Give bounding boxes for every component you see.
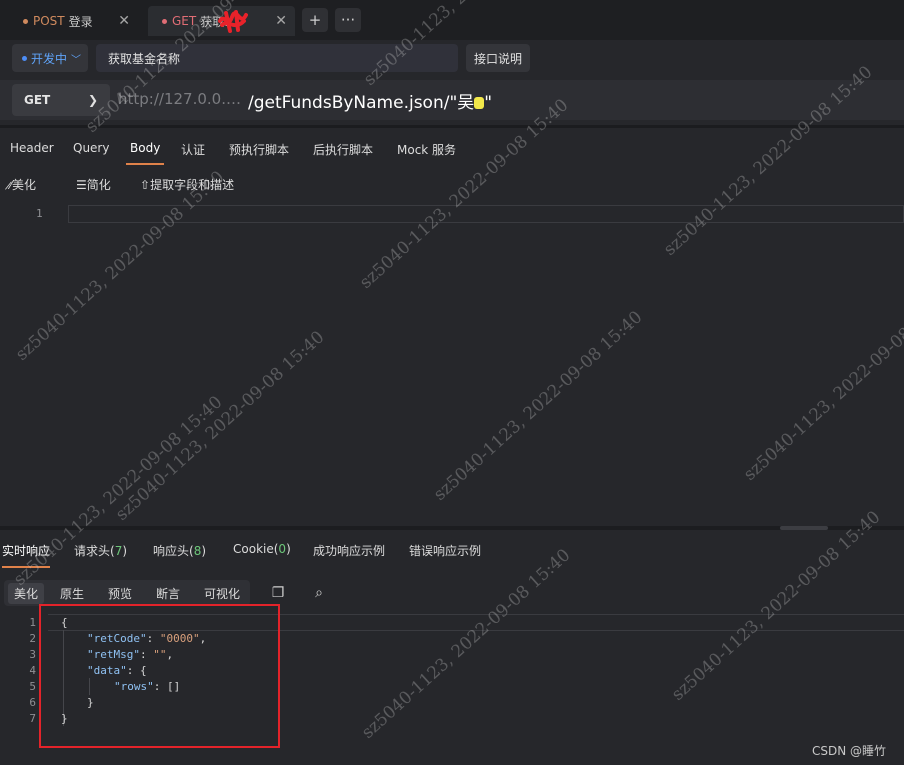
tab-error-example[interactable]: 错误响应示例 (409, 542, 481, 559)
tab-title: 登录 (68, 14, 93, 29)
count-badge: 0 (278, 542, 287, 556)
copy-icon[interactable]: ❐ (269, 584, 287, 602)
redaction-highlight (474, 97, 485, 109)
environment-select[interactable]: 开发中 ﹀ (12, 44, 88, 72)
tab-auth[interactable]: 认证 (181, 141, 205, 158)
view-raw[interactable]: 原生 (60, 585, 84, 602)
splitter-handle[interactable] (780, 526, 828, 530)
line-number: 3 (29, 648, 36, 661)
close-icon[interactable]: ✕ (118, 13, 130, 29)
paren: ) (201, 544, 207, 558)
view-mode-group: 美化 原生 预览 断言 可视化 (4, 580, 250, 606)
tab-post-login[interactable]: POST 登录 ✕ (16, 6, 138, 36)
simplify-label: 简化 (86, 178, 111, 192)
paren: ) (286, 542, 291, 556)
method-select[interactable]: GET ❯ (12, 84, 110, 116)
divider (0, 125, 904, 128)
env-dot (22, 55, 27, 61)
tab-post-script[interactable]: 后执行脚本 (313, 141, 373, 158)
tab-label: 请求头( (74, 544, 115, 558)
line-number: 6 (29, 696, 36, 709)
env-label: 开发中 (31, 51, 68, 66)
view-assert[interactable]: 断言 (156, 585, 180, 602)
response-tabs: 实时响应 请求头(7) 响应头(8) Cookie(0) 成功响应示例 错误响应… (0, 532, 904, 568)
extract-fields-button[interactable]: ⇧提取字段和描述 (140, 176, 234, 193)
api-doc-button[interactable]: 接口说明 (466, 44, 530, 72)
url-host[interactable]: http://127.0.0.… (118, 90, 241, 108)
tab-status-dot (162, 18, 167, 24)
request-name-input[interactable]: 获取基金名称 (96, 44, 458, 72)
beautify-button[interactable]: ⁄̷美化 (10, 176, 36, 193)
credit-text: CSDN @睡竹 (811, 744, 886, 758)
tab-pre-script[interactable]: 预执行脚本 (229, 141, 289, 158)
line-number: 2 (29, 632, 36, 645)
chevron-down-icon: ﹀ (71, 54, 82, 66)
search-icon[interactable]: ⌕ (310, 584, 328, 602)
upload-icon: ⇧ (140, 178, 151, 192)
editor-active-line (68, 205, 904, 223)
beautify-label: 美化 (12, 178, 37, 192)
simplify-button[interactable]: ☰简化 (76, 176, 111, 193)
close-icon[interactable]: ✕ (275, 13, 287, 29)
annotation-highlight-box (39, 604, 280, 748)
add-tab-button[interactable]: + (302, 8, 328, 32)
tab-realtime-response[interactable]: 实时响应 (2, 542, 51, 568)
tab-request-headers[interactable]: 请求头(7) (74, 542, 127, 559)
tab-label: Cookie( (233, 542, 279, 556)
tab-status-dot (23, 18, 28, 24)
method-label: GET (24, 93, 51, 107)
view-beautify[interactable]: 美化 (8, 583, 45, 604)
tab-query[interactable]: Query (73, 141, 109, 155)
tab-bar: POST 登录 ✕ GET 获取… ✕ + ··· (0, 0, 904, 40)
tab-mock[interactable]: Mock 服务 (397, 141, 456, 158)
url-path-end: " (484, 93, 493, 113)
more-tabs-button[interactable]: ··· (335, 8, 361, 32)
url-path[interactable]: /getFundsByName.json/"吴 " (248, 88, 492, 113)
extract-label: 提取字段和描述 (150, 178, 235, 192)
paren: ) (122, 544, 128, 558)
url-bar: GET ❯ http://127.0.0.… /getFundsByName.j… (0, 80, 904, 120)
line-number: 4 (29, 664, 36, 677)
tab-method: POST (33, 14, 65, 28)
line-number: 7 (29, 712, 36, 725)
tab-header[interactable]: Header (10, 141, 54, 155)
view-visualize[interactable]: 可视化 (204, 585, 240, 602)
tab-label: 响应头( (153, 544, 194, 558)
tab-method: GET (172, 14, 197, 28)
chevron-down-icon: ❯ (87, 93, 98, 107)
pane-splitter[interactable] (0, 526, 904, 530)
list-icon: ☰ (76, 178, 87, 192)
line-number: 1 (36, 207, 43, 220)
tab-body[interactable]: Body (125, 141, 165, 165)
request-tabs: Header Query Body 认证 预执行脚本 后执行脚本 Mock 服务 (0, 136, 904, 165)
redaction-scribble (218, 10, 248, 33)
body-editor[interactable]: 1 (0, 203, 904, 513)
line-number: 5 (29, 680, 36, 693)
url-path-text: /getFundsByName.json/"吴 (248, 93, 475, 113)
view-preview[interactable]: 预览 (108, 585, 132, 602)
tab-success-example[interactable]: 成功响应示例 (313, 542, 385, 559)
editor-gutter (0, 203, 68, 513)
tab-cookie[interactable]: Cookie(0) (233, 542, 291, 556)
tab-response-headers[interactable]: 响应头(8) (153, 542, 206, 559)
line-number: 1 (29, 616, 36, 629)
